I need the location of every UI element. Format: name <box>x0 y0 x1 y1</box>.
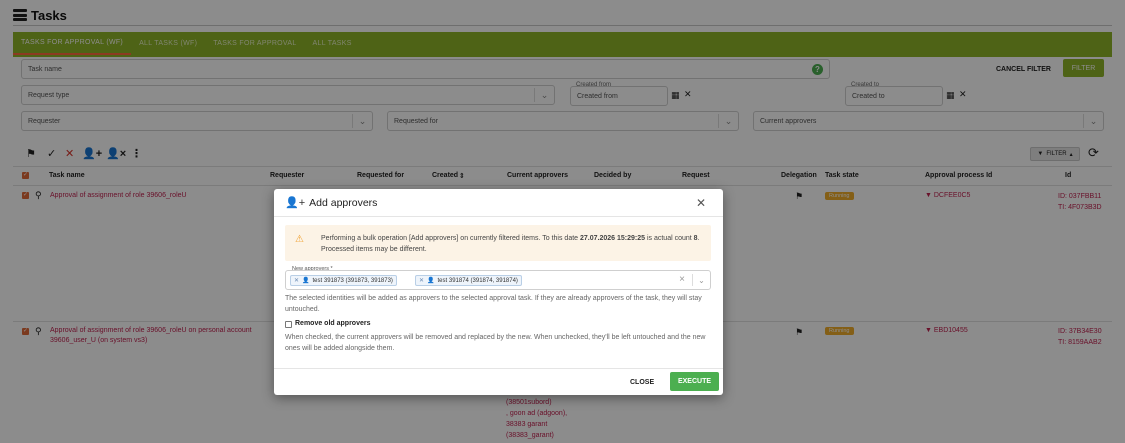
approver-chip[interactable]: ✕ 👤 test 391873 (391873, 391873) <box>290 275 397 286</box>
remove-old-hint: When checked, the current approvers will… <box>285 332 715 354</box>
close-button[interactable]: CLOSE <box>630 374 654 390</box>
clear-all-icon[interactable]: × <box>679 274 685 285</box>
user-icon: 👤 <box>427 278 435 284</box>
hint-line: When checked, the current approvers will… <box>285 334 706 341</box>
remove-chip-icon[interactable]: ✕ <box>294 277 299 284</box>
remove-old-approvers-checkbox[interactable] <box>285 321 292 328</box>
tasks-page: Tasks TASKS FOR APPROVAL (WF) ALL TASKS … <box>0 0 1125 443</box>
bulk-operation-alert: ⚠ Performing a bulk operation [Add appro… <box>285 225 711 261</box>
add-approvers-dialog: 👤+ Add approvers ✕ ⚠ Performing a bulk o… <box>274 189 723 395</box>
execute-button[interactable]: EXECUTE <box>670 372 719 391</box>
alert-text: Performing a bulk operation [Add approve… <box>321 233 700 255</box>
chevron-down-icon[interactable]: ⌄ <box>692 274 710 286</box>
hint-line: ones will be added alongside them. <box>285 345 395 352</box>
add-user-icon: 👤+ <box>285 197 306 209</box>
warning-icon: ⚠ <box>295 234 304 245</box>
dialog-title: Add approvers <box>309 196 378 209</box>
chip-label: test 391874 (391874, 391874) <box>437 277 518 284</box>
new-approvers-field[interactable]: ✕ 👤 test 391873 (391873, 391873) ✕ 👤 tes… <box>285 270 711 290</box>
alert-text-part: is actual count <box>645 235 694 242</box>
approvers-hint: The selected identities will be added as… <box>285 293 715 315</box>
hint-line: untouched. <box>285 306 320 313</box>
dialog-footer-divider <box>274 368 723 369</box>
remove-old-approvers-label[interactable]: Remove old approvers <box>295 320 370 327</box>
close-icon[interactable]: ✕ <box>696 196 706 210</box>
remove-chip-icon[interactable]: ✕ <box>419 277 424 284</box>
chip-label: test 391873 (391873, 391873) <box>312 277 393 284</box>
approver-chip[interactable]: ✕ 👤 test 391874 (391874, 391874) <box>415 275 522 286</box>
alert-text-part: Performing a bulk operation [Add approve… <box>321 235 581 242</box>
hint-line: The selected identities will be added as… <box>285 295 702 302</box>
alert-line2: Processed items may be different. <box>321 246 427 253</box>
alert-date: 27.07.2026 15:29:25 <box>580 235 646 242</box>
alert-text-part: . <box>697 235 700 242</box>
dialog-header: 👤+ Add approvers <box>274 189 723 217</box>
user-icon: 👤 <box>302 278 310 284</box>
